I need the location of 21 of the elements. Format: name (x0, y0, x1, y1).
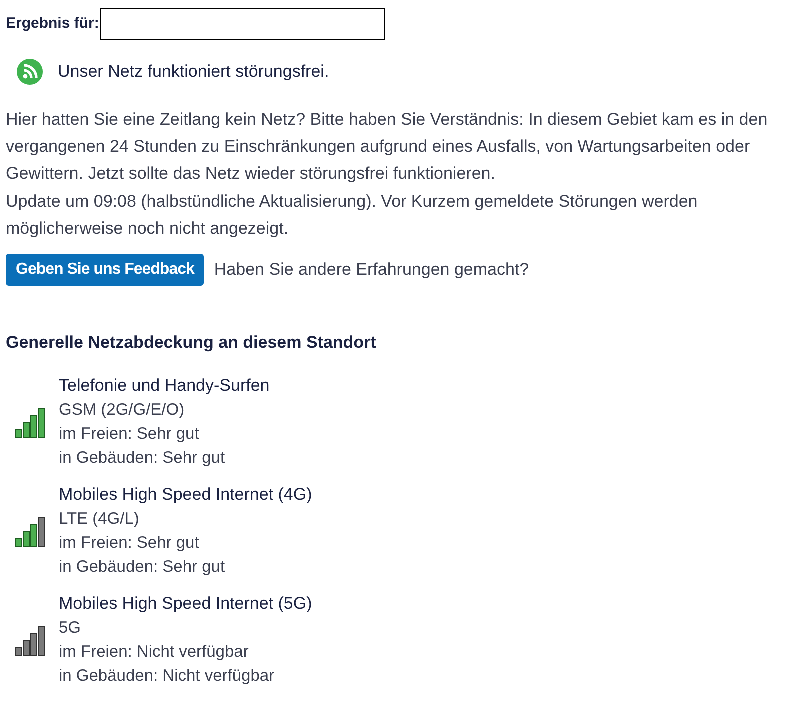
technology-text: LTE (4G/L) (59, 508, 140, 530)
info-paragraph: Update um 09:08 (halbstündliche Aktualisierung). Vor Kurzem gemeldete Störungen werden möglicherweise noch nicht angezeigt. (6, 191, 699, 240)
coverage-heading: Generelle Netzabdeckung an diesem Standort (6, 332, 378, 354)
outdoor-text: im Freien: Nicht verfügbar (59, 642, 250, 662)
outdoor-text: im Freien: Sehr gut (59, 532, 200, 554)
feedback-prompt: Haben Sie andere Erfahrungen gemacht? (214, 259, 530, 282)
signal-ok-icon (16, 58, 44, 86)
coverage-title: Telefonie und Handy-Surfen (59, 374, 270, 396)
technology-text: GSM (2G/G/E/O) (59, 400, 186, 420)
indoor-text: in Gebäuden: Sehr gut (59, 448, 226, 468)
info-paragraph: Hier hatten Sie eine Zeitlang kein Netz? Bitte haben Sie Verständnis: In diesem Gebiet kam es in den vergangenen 24 Stunden zu Einschränkungen aufgrund eines Ausfalls, von Wartungsarbeiten oder Gewittern. Jetzt sollte das Netz wieder störungsfrei funktionieren. (6, 109, 769, 185)
technology-text: 5G (59, 618, 82, 638)
input-field[interactable] (100, 8, 386, 40)
outdoor-text: im Freien: Sehr gut (59, 424, 200, 444)
indoor-text: in Gebäuden: Nicht verfügbar (59, 666, 276, 686)
status-text: Unser Netz funktioniert störungsfrei. (58, 61, 330, 84)
result-label: Ergebnis für: (6, 14, 100, 34)
indoor-text: in Gebäuden: Sehr gut (59, 556, 226, 578)
coverage-title: Mobiles High Speed Internet (4G) (59, 484, 312, 506)
coverage-title: Mobiles High Speed Internet (5G) (59, 592, 312, 614)
feedback-button[interactable]: Geben Sie uns Feedback (6, 254, 204, 286)
